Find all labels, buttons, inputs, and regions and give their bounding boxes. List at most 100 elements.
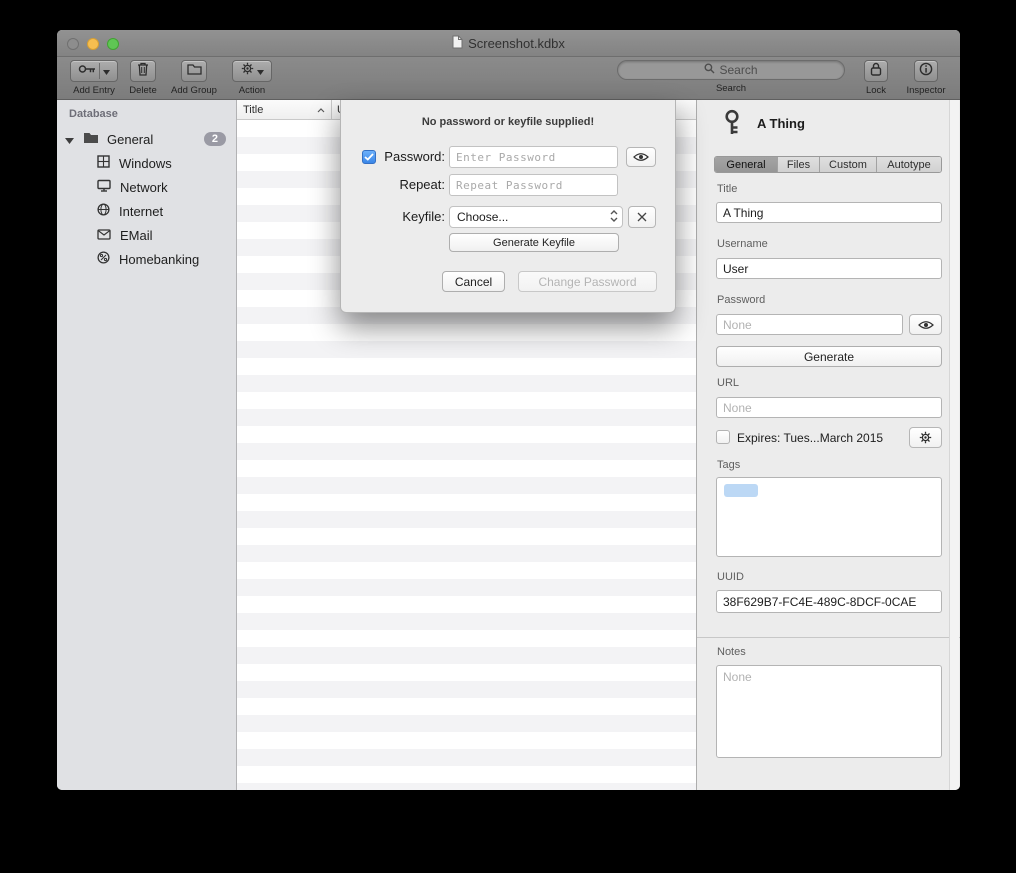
delete-button[interactable] xyxy=(130,60,156,82)
tags-box[interactable] xyxy=(716,477,942,557)
folder-icon xyxy=(83,131,99,147)
action-label: Action xyxy=(239,85,265,96)
chevron-down-icon xyxy=(103,62,110,80)
password-field[interactable] xyxy=(716,314,903,335)
section-divider xyxy=(697,637,960,638)
entry-count-badge: 2 xyxy=(204,132,226,146)
disclosure-triangle-icon[interactable] xyxy=(65,132,74,147)
eye-icon xyxy=(918,320,934,330)
generate-password-button[interactable]: Generate xyxy=(716,346,942,367)
sidebar-item-label: EMail xyxy=(120,228,153,243)
add-entry-label: Add Entry xyxy=(73,85,115,96)
title-field[interactable] xyxy=(716,202,942,223)
repeat-label: Repeat: xyxy=(379,174,445,196)
eye-icon xyxy=(633,152,649,162)
username-field[interactable] xyxy=(716,258,942,279)
gear-icon xyxy=(241,62,254,80)
uuid-field-label: UUID xyxy=(717,571,744,583)
chevron-down-icon xyxy=(257,62,264,80)
sidebar-group-label: General xyxy=(107,132,153,147)
column-title-text: Title xyxy=(243,104,263,116)
sidebar-item-label: Internet xyxy=(119,204,163,219)
search-label: Search xyxy=(716,83,746,94)
inspector-item: Inspector xyxy=(900,60,952,96)
password-input[interactable] xyxy=(449,146,618,168)
sidebar-item-label: Homebanking xyxy=(119,252,199,267)
show-password-button[interactable] xyxy=(626,147,656,167)
tab-files[interactable]: Files xyxy=(777,157,819,172)
reveal-password-button[interactable] xyxy=(909,314,942,335)
tag-chip[interactable] xyxy=(724,484,758,497)
window-title-text: Screenshot.kdbx xyxy=(468,36,565,51)
lock-button[interactable] xyxy=(864,60,888,82)
entry-title-heading: A Thing xyxy=(757,116,805,131)
sidebar-item-internet[interactable]: Internet xyxy=(57,200,236,222)
url-field[interactable] xyxy=(716,397,942,418)
action-button[interactable] xyxy=(232,60,272,82)
gear-icon xyxy=(919,431,932,444)
trash-icon xyxy=(137,62,149,81)
notes-field-label: Notes xyxy=(717,646,746,658)
search-item: Search Search xyxy=(617,60,845,94)
change-password-button[interactable]: Change Password xyxy=(518,271,657,292)
folder-icon xyxy=(187,62,202,80)
sidebar-item-homebanking[interactable]: Homebanking xyxy=(57,248,236,270)
sidebar-item-network[interactable]: Network xyxy=(57,176,236,198)
tab-autotype[interactable]: Autotype xyxy=(876,157,941,172)
cancel-button[interactable]: Cancel xyxy=(442,271,505,292)
add-entry-item: Add Entry xyxy=(65,60,123,96)
tab-custom[interactable]: Custom xyxy=(819,157,876,172)
add-group-button[interactable] xyxy=(181,60,207,82)
expires-options-button[interactable] xyxy=(909,427,942,448)
title-field-label: Title xyxy=(717,183,737,195)
sidebar-item-email[interactable]: EMail xyxy=(57,224,236,246)
document-icon xyxy=(452,35,463,52)
sidebar-item-label: Windows xyxy=(119,156,172,171)
padlock-icon xyxy=(870,62,882,81)
password-checkbox[interactable] xyxy=(362,150,376,164)
inspector-panel: A Thing General Files Custom Autotype Ti… xyxy=(696,100,960,790)
column-header-title[interactable]: Title xyxy=(237,100,332,119)
lock-label: Lock xyxy=(866,85,886,96)
repeat-password-input[interactable] xyxy=(449,174,618,196)
uuid-field[interactable] xyxy=(716,590,942,613)
notes-field[interactable] xyxy=(716,665,942,758)
inspector-label: Inspector xyxy=(906,85,945,96)
search-input[interactable]: Search xyxy=(617,60,845,80)
button-divider xyxy=(99,63,100,79)
info-icon xyxy=(919,62,933,81)
globe-icon xyxy=(97,203,110,219)
inspector-toggle-button[interactable] xyxy=(914,60,938,82)
titlebar: Screenshot.kdbx xyxy=(57,30,960,57)
display-icon xyxy=(97,179,111,195)
app-window: Screenshot.kdbx Add Entry Delete xyxy=(57,30,960,790)
keyfile-popup[interactable]: Choose... xyxy=(449,206,623,228)
inspector-scrollbar[interactable] xyxy=(949,100,959,790)
add-entry-button[interactable] xyxy=(70,60,118,82)
generate-keyfile-button[interactable]: Generate Keyfile xyxy=(449,233,619,252)
password-label: Password: xyxy=(379,146,445,168)
sidebar-item-windows[interactable]: Windows xyxy=(57,152,236,174)
sidebar-section-header: Database xyxy=(69,108,118,120)
sidebar: Database General 2 Windows Network xyxy=(57,100,237,790)
url-field-label: URL xyxy=(717,377,739,389)
popup-stepper-icon xyxy=(610,209,618,226)
clear-keyfile-button[interactable] xyxy=(628,206,656,228)
key-icon xyxy=(78,62,96,80)
close-icon xyxy=(637,212,647,222)
keyfile-popup-value: Choose... xyxy=(457,210,508,224)
keyfile-label: Keyfile: xyxy=(379,206,445,228)
expires-checkbox[interactable] xyxy=(716,430,730,444)
sheet-message: No password or keyfile supplied! xyxy=(341,116,675,128)
percent-coin-icon xyxy=(97,251,110,267)
lock-item: Lock xyxy=(860,60,892,96)
action-item: Action xyxy=(229,60,275,96)
delete-item: Delete xyxy=(125,60,161,96)
tab-general[interactable]: General xyxy=(715,157,777,172)
tags-field-label: Tags xyxy=(717,459,740,471)
delete-label: Delete xyxy=(129,85,156,96)
check-icon xyxy=(364,153,374,161)
search-icon xyxy=(704,63,715,77)
sidebar-group-general[interactable]: General 2 xyxy=(57,128,236,150)
password-field-label: Password xyxy=(717,294,765,306)
